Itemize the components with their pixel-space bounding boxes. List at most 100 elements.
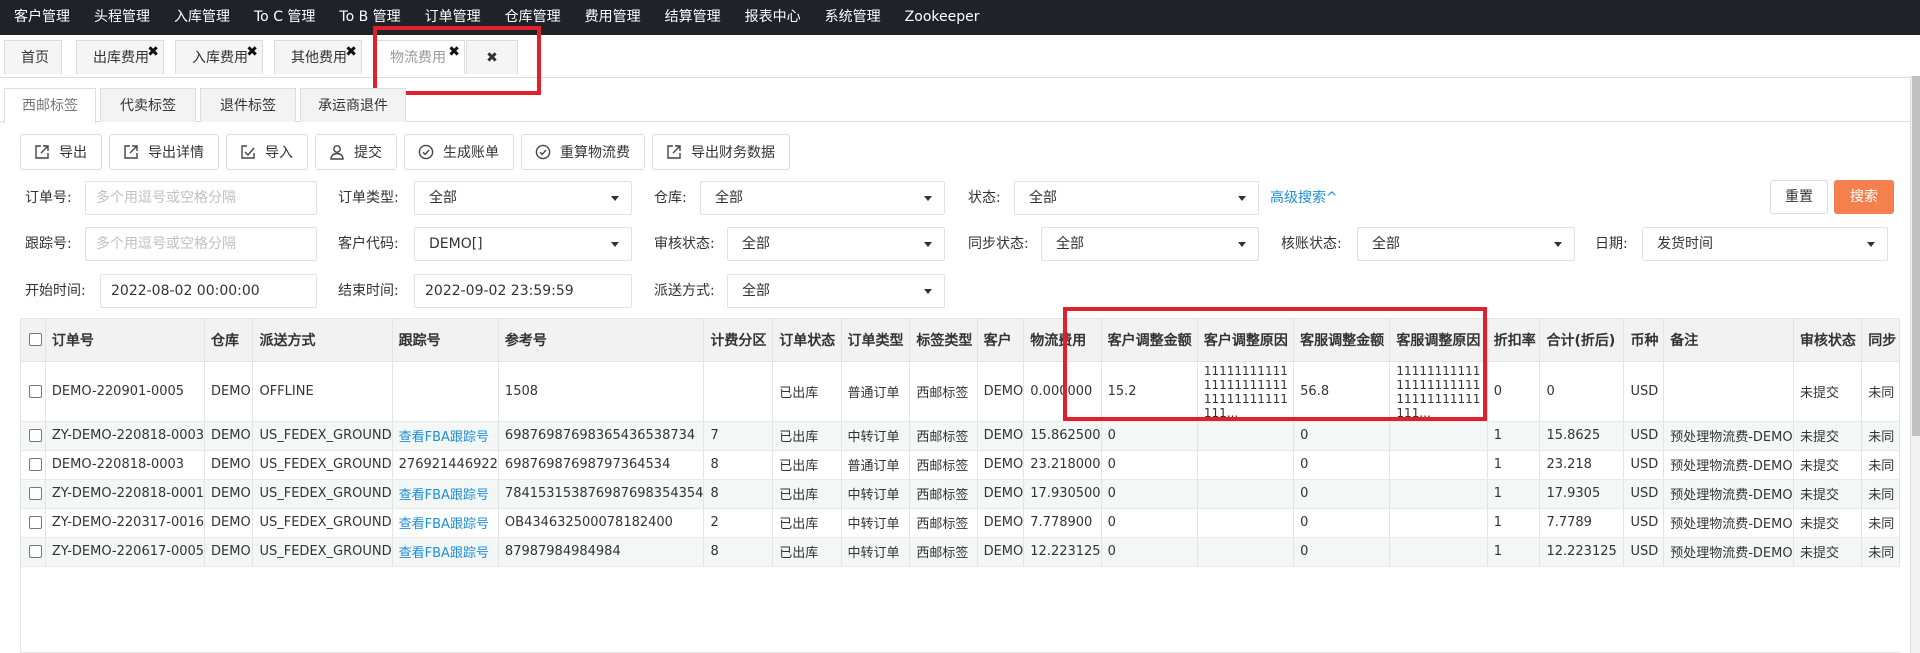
table-row[interactable]: DEMO-220901-0005 DEMO OFFLINE 1508 已出库 普通订单 西邮… [21, 361, 1900, 422]
col-header: 订单类型 [841, 319, 911, 362]
order-type-select[interactable]: 全部 [414, 181, 632, 215]
fba-tracking-link[interactable]: 查看FBA跟踪号 [399, 546, 489, 561]
row-checkbox[interactable] [29, 487, 42, 500]
export-detail-button[interactable]: 导出详情 [109, 134, 219, 170]
submit-button[interactable]: 提交 [315, 134, 397, 170]
table-cell: 69876987698797364534 [498, 450, 705, 480]
table-cell: 中转订单 [841, 421, 911, 451]
customer-code-value: DEMO[] [429, 236, 483, 252]
tracking-no-input[interactable]: 多个用逗号或空格分隔 [85, 227, 317, 261]
audit-status-select[interactable]: 全部 [727, 227, 945, 261]
sync-status-label: 同步状态: [968, 236, 1029, 252]
close-icon[interactable]: ✖ [345, 35, 357, 69]
table-cell: DEMO [204, 450, 254, 480]
col-header: 订单状态 [772, 319, 842, 362]
top-nav: 客户管理 头程管理 入库管理 To C 管理 To B 管理 订单管理 仓库管理… [0, 0, 1920, 35]
start-time-input[interactable]: 2022-08-02 00:00:00 [100, 274, 317, 308]
table-row[interactable]: ZY-DEMO-220617-0005 DEMO US_FEDEX_GROUND 查看… [21, 537, 1900, 567]
row-checkbox[interactable] [29, 516, 42, 529]
nav-reports[interactable]: 报表中心 [733, 0, 813, 35]
table-cell: 17.9305 [1539, 479, 1625, 509]
col-header: 订单号 [45, 319, 206, 362]
status-select[interactable]: 全部 [1014, 181, 1259, 215]
row-checkbox[interactable] [29, 429, 42, 442]
tab-outbound-fee[interactable]: 出库费用 ✖ [76, 40, 164, 74]
subtab-return-label[interactable]: 退件标签 [200, 88, 296, 122]
tab-inbound-fee[interactable]: 入库费用 ✖ [175, 40, 263, 74]
col-header: 参考号 [498, 319, 705, 362]
nav-system[interactable]: 系统管理 [813, 0, 893, 35]
search-button[interactable]: 搜索 [1834, 180, 1894, 214]
fba-tracking-link[interactable]: 查看FBA跟踪号 [399, 517, 489, 532]
generate-bill-label: 生成账单 [443, 145, 499, 161]
nav-customer[interactable]: 客户管理 [0, 0, 82, 35]
reconcile-status-select[interactable]: 全部 [1357, 227, 1575, 261]
table-cell: 0 [1101, 421, 1198, 451]
import-button[interactable]: 导入 [226, 134, 308, 170]
nav-fees[interactable]: 费用管理 [573, 0, 653, 35]
page-scrollbar[interactable] [1910, 76, 1920, 653]
table-cell: 0 [1101, 450, 1198, 480]
table-cell: US_FEDEX_GROUND [252, 537, 393, 567]
table-row[interactable]: ZY-DEMO-220818-0003 DEMO US_FEDEX_GROUND 查看… [21, 421, 1900, 451]
table-row[interactable]: ZY-DEMO-220317-0016 DEMO US_FEDEX_GROUND 查看… [21, 508, 1900, 538]
table-cell: 西邮标签 [909, 450, 978, 480]
nav-to-c[interactable]: To C 管理 [242, 0, 327, 35]
tab-other-fee[interactable]: 其他费用 ✖ [274, 40, 362, 74]
recalc-fee-button[interactable]: 重算物流费 [521, 134, 645, 170]
reset-button[interactable]: 重置 [1770, 180, 1828, 214]
fee-table-container: 订单号 仓库 派送方式 跟踪号 参考号 计费分区 订单状态 订单类型 标签类型 … [20, 318, 1900, 653]
table-cell: DEMO [977, 537, 1025, 567]
tab-home[interactable]: 首页 [4, 40, 62, 74]
table-cell: 7.7789 [1539, 508, 1625, 538]
delivery-method-select[interactable]: 全部 [727, 274, 945, 308]
fba-tracking-link[interactable]: 查看FBA跟踪号 [399, 488, 489, 503]
table-row[interactable]: ZY-DEMO-220818-0001 DEMO US_FEDEX_GROUND 查看… [21, 479, 1900, 509]
subtab-carrier-return[interactable]: 承运商退件 [300, 88, 406, 122]
date-type-select[interactable]: 发货时间 [1642, 227, 1888, 261]
nav-first-leg[interactable]: 头程管理 [82, 0, 162, 35]
scrollbar-thumb[interactable] [1912, 76, 1920, 436]
caret-down-icon [1867, 242, 1875, 247]
table-row[interactable]: DEMO-220818-0003 DEMO US_FEDEX_GROUND 27692… [21, 450, 1900, 480]
nav-settlement[interactable]: 结算管理 [653, 0, 733, 35]
fba-tracking-link[interactable]: 查看FBA跟踪号 [399, 430, 489, 445]
table-cell: ZY-DEMO-220818-0003 [45, 421, 206, 451]
table-cell: 未同 [1861, 508, 1900, 538]
caret-down-icon [611, 242, 619, 247]
close-icon[interactable]: ✖ [147, 35, 159, 69]
subtab-xiyou-label[interactable]: 西邮标签 [4, 88, 96, 123]
delivery-method-value: 全部 [742, 283, 770, 299]
sync-status-select[interactable]: 全部 [1041, 227, 1259, 261]
audit-status-value: 全部 [742, 236, 770, 252]
warehouse-select[interactable]: 全部 [700, 181, 945, 215]
table-cell: 1 [1487, 479, 1541, 509]
nav-inbound[interactable]: 入库管理 [162, 0, 242, 35]
table-cell [1197, 479, 1295, 509]
row-checkbox[interactable] [29, 545, 42, 558]
table-cell: 15.8625 [1539, 421, 1625, 451]
select-all-checkbox[interactable] [29, 333, 42, 347]
export-finance-button[interactable]: 导出财务数据 [652, 134, 790, 170]
export-button[interactable]: 导出 [20, 134, 102, 170]
table-cell: DEMO-220818-0003 [45, 450, 206, 480]
delivery-method-label: 派送方式: [654, 283, 715, 299]
tab-label: 其他费用 [291, 50, 347, 66]
subtab-consign-label[interactable]: 代卖标签 [100, 88, 196, 122]
export-label: 导出 [59, 145, 87, 161]
order-no-input[interactable]: 多个用逗号或空格分隔 [85, 181, 317, 215]
table-cell [1663, 361, 1794, 422]
nav-zookeeper[interactable]: Zookeeper [893, 0, 992, 35]
export-detail-label: 导出详情 [148, 145, 204, 161]
row-checkbox[interactable] [29, 458, 42, 471]
end-time-input[interactable]: 2022-09-02 23:59:59 [414, 274, 632, 308]
close-icon[interactable]: ✖ [246, 35, 258, 69]
caret-down-icon [1238, 242, 1246, 247]
customer-code-select[interactable]: DEMO[] [414, 227, 632, 261]
advanced-search-link[interactable]: 高级搜索^ [1270, 181, 1338, 215]
generate-bill-button[interactable]: 生成账单 [404, 134, 514, 170]
row-checkbox[interactable] [29, 384, 42, 398]
caret-down-icon [611, 196, 619, 201]
table-cell: 78415315387698769835​4354 [498, 479, 705, 509]
table-cell: 1 [1487, 450, 1541, 480]
